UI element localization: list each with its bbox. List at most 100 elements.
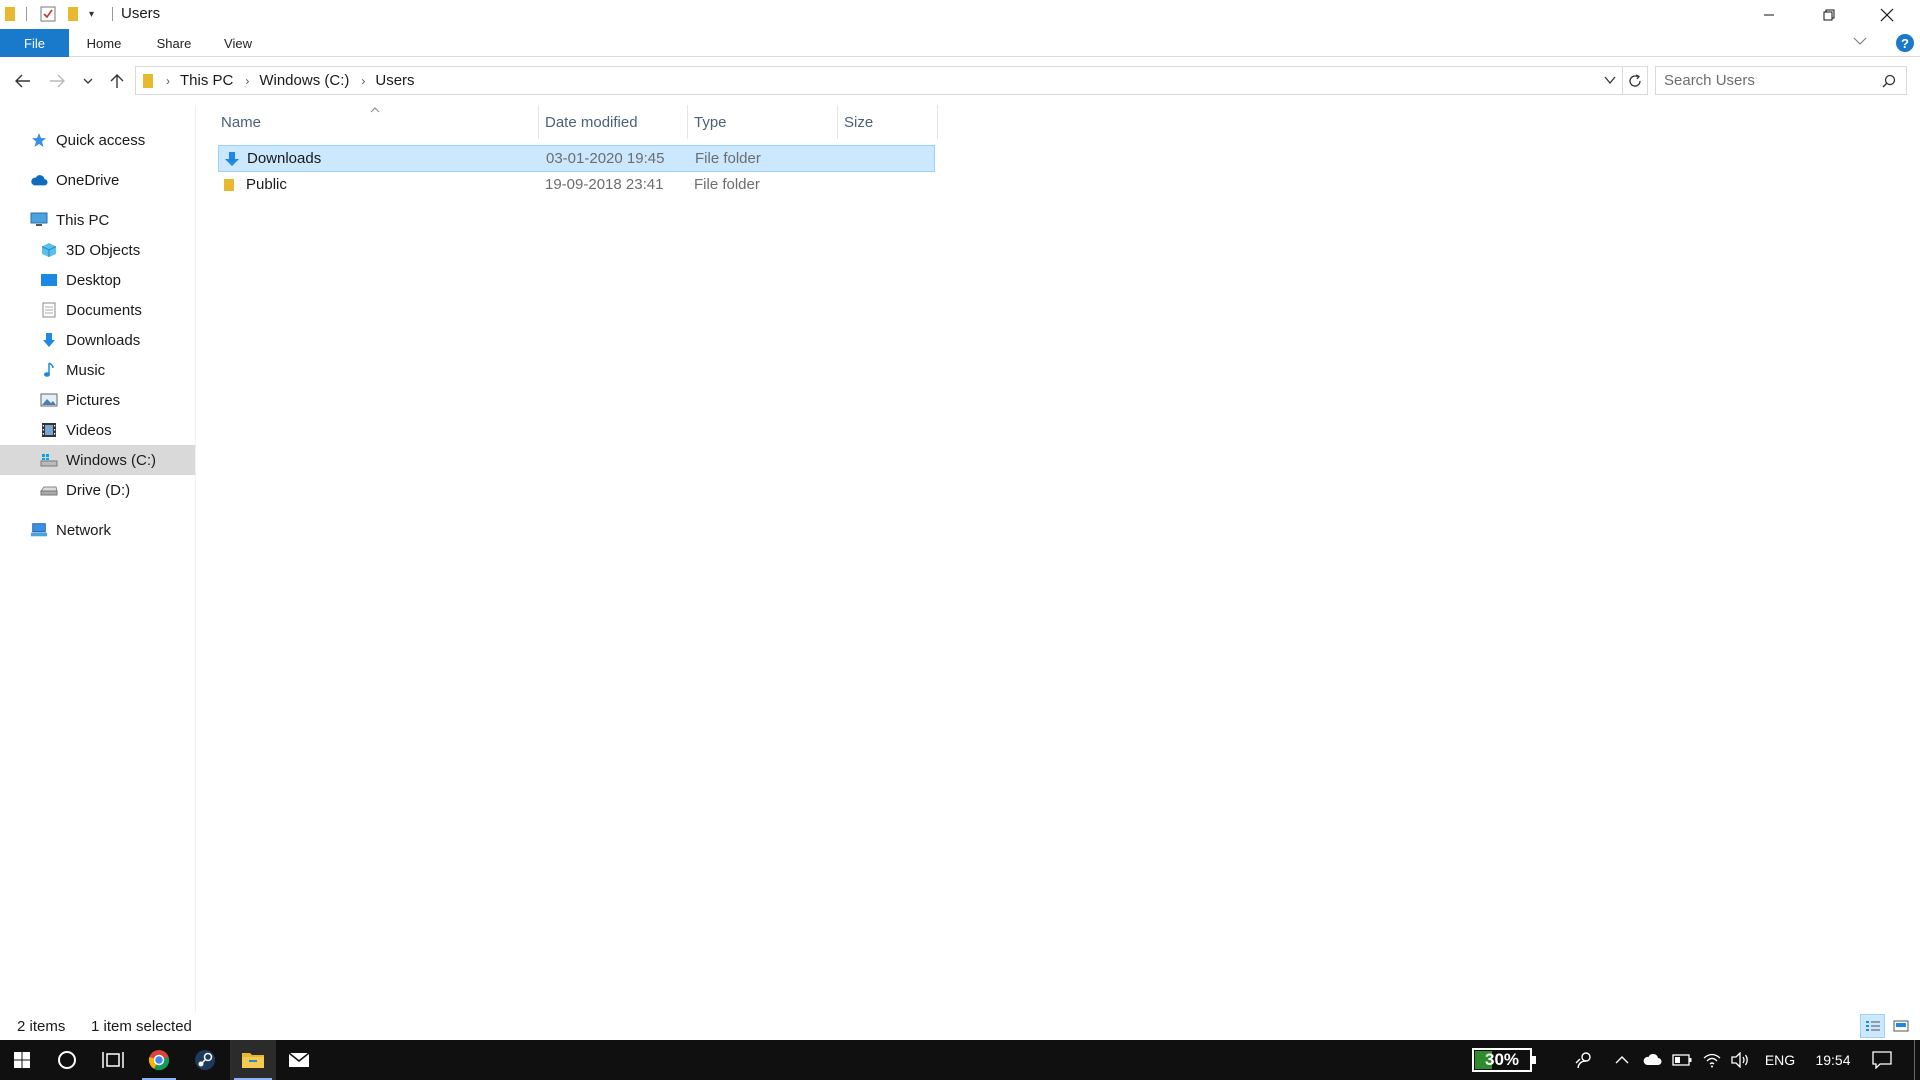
cloud-icon [1643, 1054, 1662, 1065]
back-arrow-icon [15, 74, 30, 88]
window-title: Users [121, 5, 161, 22]
cortana-circle-icon [58, 1051, 76, 1069]
tab-file[interactable]: File [0, 29, 69, 57]
picture-icon [40, 391, 58, 409]
customize-qa-icon[interactable]: ▾ [89, 5, 94, 23]
nav-item-windows-c[interactable]: Windows (C:) [0, 445, 195, 475]
back-button[interactable] [10, 68, 36, 94]
mail-icon [288, 1052, 310, 1067]
nav-item-label: Music [66, 361, 106, 379]
nav-item-onedrive[interactable]: OneDrive [0, 165, 195, 195]
tab-view[interactable]: View [215, 29, 261, 57]
nav-item-label: Desktop [66, 271, 122, 289]
language-indicator[interactable]: ENG [1756, 1040, 1804, 1080]
show-desktop-button[interactable] [1914, 1040, 1915, 1080]
table-row[interactable]: Public 19-09-2018 23:41 File folder [218, 172, 935, 199]
nav-item-label: Windows (C:) [66, 451, 157, 469]
steam-icon [195, 1050, 215, 1070]
onedrive-tray[interactable] [1636, 1040, 1668, 1080]
action-center-button[interactable] [1862, 1040, 1902, 1080]
nav-item-videos[interactable]: Videos [0, 415, 195, 445]
large-icons-view-button[interactable] [1888, 1014, 1913, 1038]
search-input[interactable]: Search Users [1655, 66, 1907, 95]
nav-item-label: Pictures [66, 391, 121, 409]
breadcrumb-separator-icon[interactable]: › [166, 74, 170, 88]
start-button[interactable] [0, 1040, 44, 1080]
nav-item-network[interactable]: Network [0, 515, 195, 545]
nav-item-label: Videos [66, 421, 112, 439]
clock[interactable]: 19:54 [1806, 1040, 1860, 1080]
column-header-size[interactable]: Size [838, 105, 938, 139]
computer-icon [30, 211, 48, 229]
taskbar-steam[interactable] [182, 1040, 228, 1080]
table-row[interactable]: Downloads 03-01-2020 19:45 File folder [218, 145, 935, 172]
nav-item-music[interactable]: Music [0, 355, 195, 385]
people-button[interactable] [1566, 1040, 1602, 1080]
wifi-tray[interactable] [1698, 1040, 1726, 1080]
file-explorer-icon [242, 1053, 264, 1068]
new-folder-icon[interactable] [66, 5, 80, 23]
divider [112, 7, 113, 21]
breadcrumb-users[interactable]: Users [375, 72, 414, 89]
restore-button[interactable] [1800, 0, 1858, 29]
nav-item-pictures[interactable]: Pictures [0, 385, 195, 415]
breadcrumb-separator-icon[interactable]: › [245, 74, 249, 88]
address-bar[interactable]: › This PC › Windows (C:) › Users [135, 66, 1623, 95]
nav-item-label: Quick access [56, 131, 146, 149]
column-header-type[interactable]: Type [688, 105, 838, 139]
breadcrumb-this-pc[interactable]: This PC [180, 72, 233, 89]
taskbar-chrome[interactable] [136, 1040, 182, 1080]
nav-item-drive-d[interactable]: Drive (D:) [0, 475, 195, 505]
speaker-icon [1731, 1052, 1748, 1068]
breadcrumb-windows-c[interactable]: Windows (C:) [259, 72, 349, 89]
nav-item-desktop[interactable]: Desktop [0, 265, 195, 295]
tab-home[interactable]: Home [80, 29, 128, 57]
nav-item-documents[interactable]: Documents [0, 295, 195, 325]
details-view-icon [1865, 1021, 1880, 1031]
chrome-icon [148, 1050, 170, 1071]
nav-item-quick-access[interactable]: Quick access [0, 125, 195, 155]
column-header-date-modified[interactable]: Date modified [539, 105, 688, 139]
close-button[interactable] [1858, 0, 1916, 29]
task-view-button[interactable] [90, 1040, 136, 1080]
tab-share[interactable]: Share [150, 29, 198, 57]
nav-item-downloads[interactable]: Downloads [0, 325, 195, 355]
nav-item-this-pc[interactable]: This PC [0, 205, 195, 235]
up-arrow-icon [110, 74, 124, 88]
show-hidden-icons-button[interactable] [1604, 1040, 1640, 1080]
restore-icon [1823, 9, 1835, 20]
download-folder-icon [223, 146, 241, 171]
properties-icon[interactable] [40, 5, 56, 23]
chevron-up-icon [1615, 1056, 1629, 1064]
status-bar: 2 items 1 item selected [0, 1013, 1920, 1040]
recent-locations-button[interactable] [80, 68, 96, 94]
taskbar-mail[interactable] [276, 1040, 322, 1080]
nav-item-label: Documents [66, 301, 142, 319]
nav-item-label: Network [56, 521, 112, 539]
forward-button[interactable] [44, 68, 70, 94]
volume-tray[interactable] [1726, 1040, 1754, 1080]
battery-indicator[interactable]: 30% [1470, 1040, 1536, 1080]
people-icon [1575, 1052, 1591, 1069]
nav-item-label: Downloads [66, 331, 141, 349]
minimize-button[interactable] [1740, 0, 1798, 29]
nav-item-3d-objects[interactable]: 3D Objects [0, 235, 195, 265]
expand-ribbon-icon[interactable] [1853, 35, 1867, 49]
help-icon[interactable]: ? [1896, 34, 1914, 52]
address-dropdown-icon[interactable] [1604, 75, 1616, 85]
close-icon [1880, 8, 1894, 21]
battery-tray[interactable] [1668, 1040, 1696, 1080]
refresh-button[interactable] [1623, 66, 1648, 95]
column-header-name[interactable]: Name [215, 105, 539, 139]
download-icon [40, 331, 58, 349]
file-name: Downloads [247, 150, 322, 167]
taskbar-file-explorer[interactable] [230, 1040, 276, 1080]
up-button[interactable] [104, 68, 130, 94]
search-button[interactable] [44, 1040, 90, 1080]
chevron-down-icon [83, 78, 93, 84]
breadcrumb-separator-icon[interactable]: › [361, 74, 365, 88]
address-row: › This PC › Windows (C:) › Users Search … [0, 57, 1920, 105]
navigation-pane: Quick access OneDrive This PC 3D Objects… [0, 105, 196, 1013]
search-icon[interactable] [1882, 74, 1896, 88]
details-view-button[interactable] [1860, 1014, 1885, 1038]
